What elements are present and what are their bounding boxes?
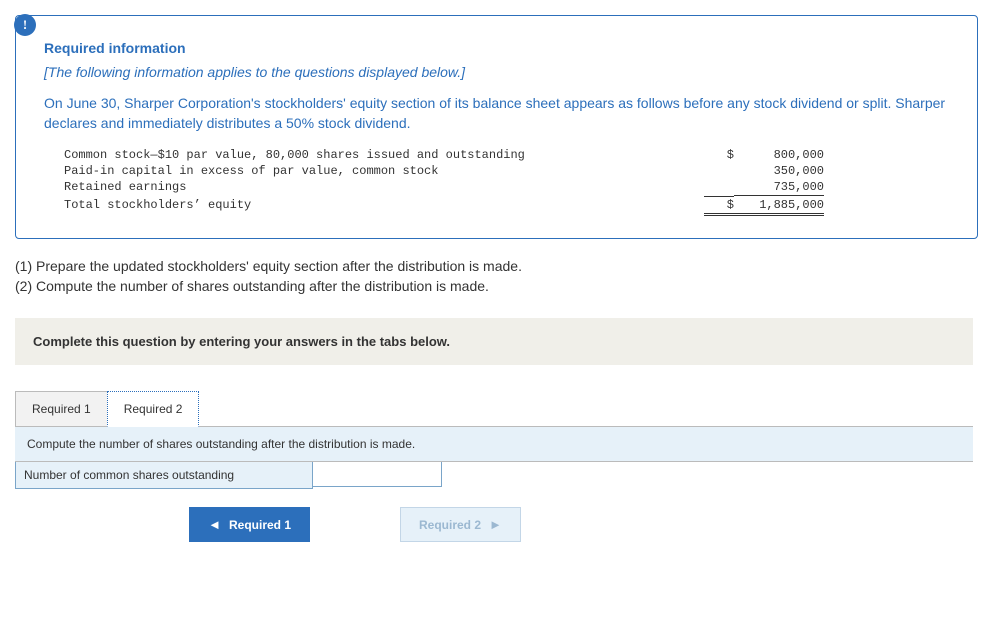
required-info-title: Required information (44, 40, 949, 56)
panel-instruction: Compute the number of shares outstanding… (15, 427, 973, 462)
ledger-label: Total stockholders’ equity (64, 196, 704, 216)
next-required-button[interactable]: Required 2 ► (400, 507, 521, 542)
tabs: Required 1 Required 2 (15, 391, 978, 427)
ledger-amount: 735,000 (734, 179, 824, 196)
ledger-label: Common stock—$10 par value, 80,000 share… (64, 147, 704, 163)
ledger-label: Retained earnings (64, 179, 704, 196)
question-list: (1) Prepare the updated stockholders' eq… (15, 257, 978, 296)
info-box: ! Required information [The following in… (15, 15, 978, 239)
prev-required-button[interactable]: ◄ Required 1 (189, 507, 310, 542)
chevron-left-icon: ◄ (208, 517, 221, 532)
ledger-label: Paid-in capital in excess of par value, … (64, 163, 704, 179)
ledger-amount: 350,000 (734, 163, 824, 179)
instruction-bar: Complete this question by entering your … (15, 318, 973, 365)
ledger-amount: 1,885,000 (734, 196, 824, 216)
tab-panel: Compute the number of shares outstanding… (15, 426, 973, 489)
ledger-amount: 800,000 (734, 147, 824, 163)
answer-label: Number of common shares outstanding (15, 462, 313, 489)
alert-icon: ! (14, 14, 36, 36)
answer-row: Number of common shares outstanding (15, 462, 973, 489)
italic-note: [The following information applies to th… (44, 64, 949, 80)
scenario-text: On June 30, Sharper Corporation's stockh… (44, 94, 949, 133)
ledger-currency (704, 163, 734, 179)
tab-required-2[interactable]: Required 2 (107, 391, 200, 427)
chevron-right-icon: ► (489, 517, 502, 532)
prev-button-label: Required 1 (229, 518, 291, 532)
next-button-label: Required 2 (419, 518, 481, 532)
ledger-currency (704, 179, 734, 196)
tab-required-1[interactable]: Required 1 (15, 391, 107, 427)
shares-outstanding-input[interactable] (313, 462, 442, 487)
ledger-currency: $ (704, 196, 734, 216)
nav-buttons: ◄ Required 1 Required 2 ► (15, 507, 695, 542)
ledger-currency: $ (704, 147, 734, 163)
equity-ledger: Common stock—$10 par value, 80,000 share… (64, 147, 949, 216)
